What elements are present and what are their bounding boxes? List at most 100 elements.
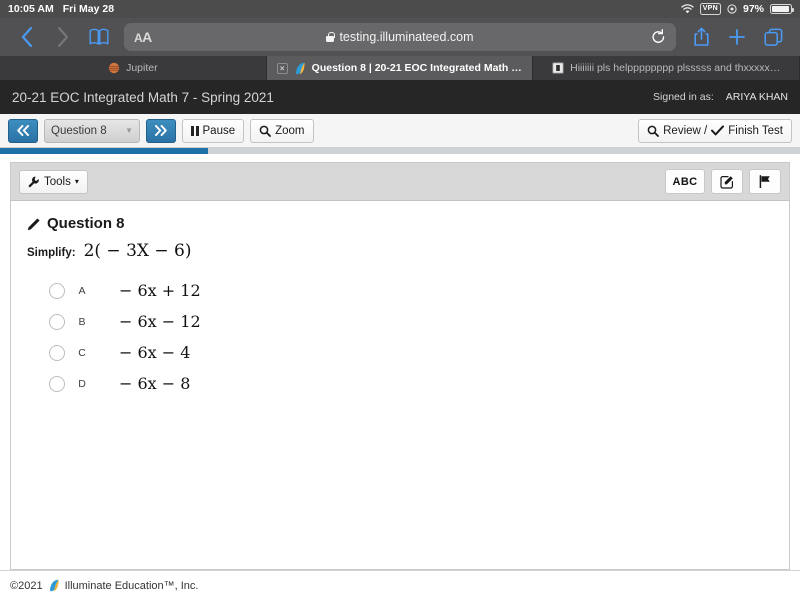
illuminate-leaf-icon <box>48 579 60 592</box>
next-question-button[interactable] <box>146 118 176 143</box>
question-prompt: Simplify: 2( − 3X − 6) <box>27 241 773 261</box>
url-text: testing.illuminateed.com <box>339 30 474 44</box>
copyright-year: ©2021 <box>10 579 43 592</box>
reader-text-size-button[interactable]: AA <box>134 29 152 45</box>
test-toolbar: Question 8 ▼ Pause Zoom Review / Finish … <box>0 114 800 148</box>
check-icon <box>711 125 725 136</box>
answer-letter: A <box>78 284 86 297</box>
wifi-icon <box>681 4 694 14</box>
answer-radio-d[interactable] <box>49 375 65 392</box>
answer-letter: C <box>78 346 86 359</box>
answer-choices-list: A − 6x + 12 B − 6x − 12 C − 6x − 4 D − 6x − 8 <box>27 275 773 399</box>
answer-choice[interactable]: B − 6x − 12 <box>27 306 773 337</box>
page-footer: ©2021 Illuminate Education™, Inc. <box>0 570 800 600</box>
abc-button[interactable]: ABC <box>665 169 705 194</box>
tab-close-button[interactable]: × <box>276 62 288 74</box>
safari-toolbar: AA testing.illuminateed.com <box>0 18 800 56</box>
bookmarks-button[interactable] <box>82 20 116 54</box>
vpn-badge: VPN <box>699 3 721 15</box>
user-name: ARIYA KHAN <box>725 91 788 103</box>
question-panel: Tools ▾ ABC Question 8 Simplify: 2(− 3X… <box>10 162 790 570</box>
chevron-down-icon: ▼ <box>125 126 133 135</box>
show-tabs-button[interactable] <box>756 20 790 54</box>
tab-title: Question 8 | 20-21 EOC Integrated Math 7… <box>311 62 523 74</box>
battery-icon <box>770 4 794 14</box>
status-time: 10:05 AM <box>8 3 54 15</box>
page-title: 20-21 EOC Integrated Math 7 - Spring 202… <box>12 89 274 105</box>
forward-button[interactable] <box>46 20 80 54</box>
magnifier-icon <box>647 125 660 137</box>
illuminate-leaf-icon <box>294 62 306 75</box>
question-body: Question 8 Simplify: 2( − 3X − 6) A − 6x … <box>11 201 789 569</box>
zoom-label: Zoom <box>275 124 305 137</box>
back-button[interactable] <box>10 20 44 54</box>
double-chevron-right-icon <box>155 125 167 136</box>
finish-test-label: Finish Test <box>728 124 783 137</box>
reload-button[interactable] <box>651 29 666 45</box>
company-name: Illuminate Education™, Inc. <box>64 579 199 592</box>
answer-expression: − 6x − 8 <box>119 374 191 393</box>
question-panel-toolbar: Tools ▾ ABC <box>11 163 789 201</box>
pencil-icon <box>27 217 41 231</box>
question-heading: Question 8 <box>27 215 773 232</box>
tab-question8[interactable]: × Question 8 | 20-21 EOC Integrated Math… <box>266 56 534 80</box>
signed-in-label: Signed in as: <box>653 91 714 103</box>
tab-title: Jupiter <box>126 62 158 74</box>
question-tool-buttons: ABC <box>665 169 781 194</box>
answer-expression: − 6x − 4 <box>119 343 191 362</box>
chevron-right-icon <box>57 26 69 48</box>
new-tab-button[interactable] <box>720 20 754 54</box>
url-display: testing.illuminateed.com <box>124 30 676 44</box>
magnifier-icon <box>259 125 272 137</box>
status-date: Fri May 28 <box>62 3 115 15</box>
test-progress-fill <box>0 148 208 154</box>
answer-choice[interactable]: D − 6x − 8 <box>27 368 773 399</box>
annotate-button[interactable] <box>711 169 743 194</box>
prompt-expression: 2( − 3X − 6) <box>83 241 192 261</box>
plus-icon <box>729 29 745 45</box>
tab-title: Hiiiiiii pls helpppppppp plsssss and thx… <box>570 62 781 74</box>
document-icon <box>552 62 564 74</box>
question-select[interactable]: Question 8 ▼ <box>44 118 140 143</box>
answer-letter: B <box>78 315 86 328</box>
status-right-group: VPN 97% <box>681 3 794 15</box>
flag-question-button[interactable] <box>749 169 781 194</box>
answer-choice[interactable]: C − 6x − 4 <box>27 337 773 368</box>
tools-label: Tools <box>44 175 71 188</box>
answer-radio-a[interactable] <box>49 282 65 299</box>
battery-percent: 97% <box>742 3 764 15</box>
pause-label: Pause <box>202 124 236 137</box>
share-button[interactable] <box>684 20 718 54</box>
jupiter-planet-icon <box>108 62 120 74</box>
prompt-label: Simplify: <box>27 247 76 259</box>
app-header: 20-21 EOC Integrated Math 7 - Spring 202… <box>0 80 800 114</box>
ipad-safari-screen: 10:05 AM Fri May 28 VPN 97% AA testing.i… <box>0 0 800 600</box>
answer-radio-b[interactable] <box>49 313 65 330</box>
review-finish-test-button[interactable]: Review / Finish Test <box>638 118 792 143</box>
status-left-group: 10:05 AM Fri May 28 <box>8 3 114 15</box>
lock-icon <box>326 32 335 42</box>
pause-icon <box>191 125 199 136</box>
question-title: Question 8 <box>47 215 125 232</box>
zoom-button[interactable]: Zoom <box>250 118 314 143</box>
tab-jupiter[interactable]: Jupiter <box>0 56 267 80</box>
content-area: Tools ▾ ABC Question 8 Simplify: 2(− 3X… <box>0 154 800 570</box>
question-select-value: Question 8 <box>51 124 107 137</box>
reload-icon <box>652 29 665 43</box>
wrench-icon <box>28 176 40 188</box>
chevron-down-icon: ▾ <box>74 177 79 186</box>
answer-radio-c[interactable] <box>49 344 65 361</box>
pencil-square-icon <box>720 175 734 189</box>
signed-in-info: Signed in as: ARIYA KHAN <box>653 91 788 103</box>
address-bar[interactable]: AA testing.illuminateed.com <box>124 23 676 51</box>
pause-button[interactable]: Pause <box>182 118 245 143</box>
answer-letter: D <box>78 377 86 390</box>
tab-help-request[interactable]: Hiiiiiii pls helpppppppp plsssss and thx… <box>533 56 800 80</box>
answer-choice[interactable]: A − 6x + 12 <box>27 275 773 306</box>
review-label: Review / <box>663 124 708 137</box>
ios-status-bar: 10:05 AM Fri May 28 VPN 97% <box>0 0 800 18</box>
tools-dropdown-button[interactable]: Tools ▾ <box>19 169 88 194</box>
toolbar-right-group: Review / Finish Test <box>638 118 792 143</box>
chevron-left-icon <box>21 26 33 48</box>
previous-question-button[interactable] <box>8 118 38 143</box>
